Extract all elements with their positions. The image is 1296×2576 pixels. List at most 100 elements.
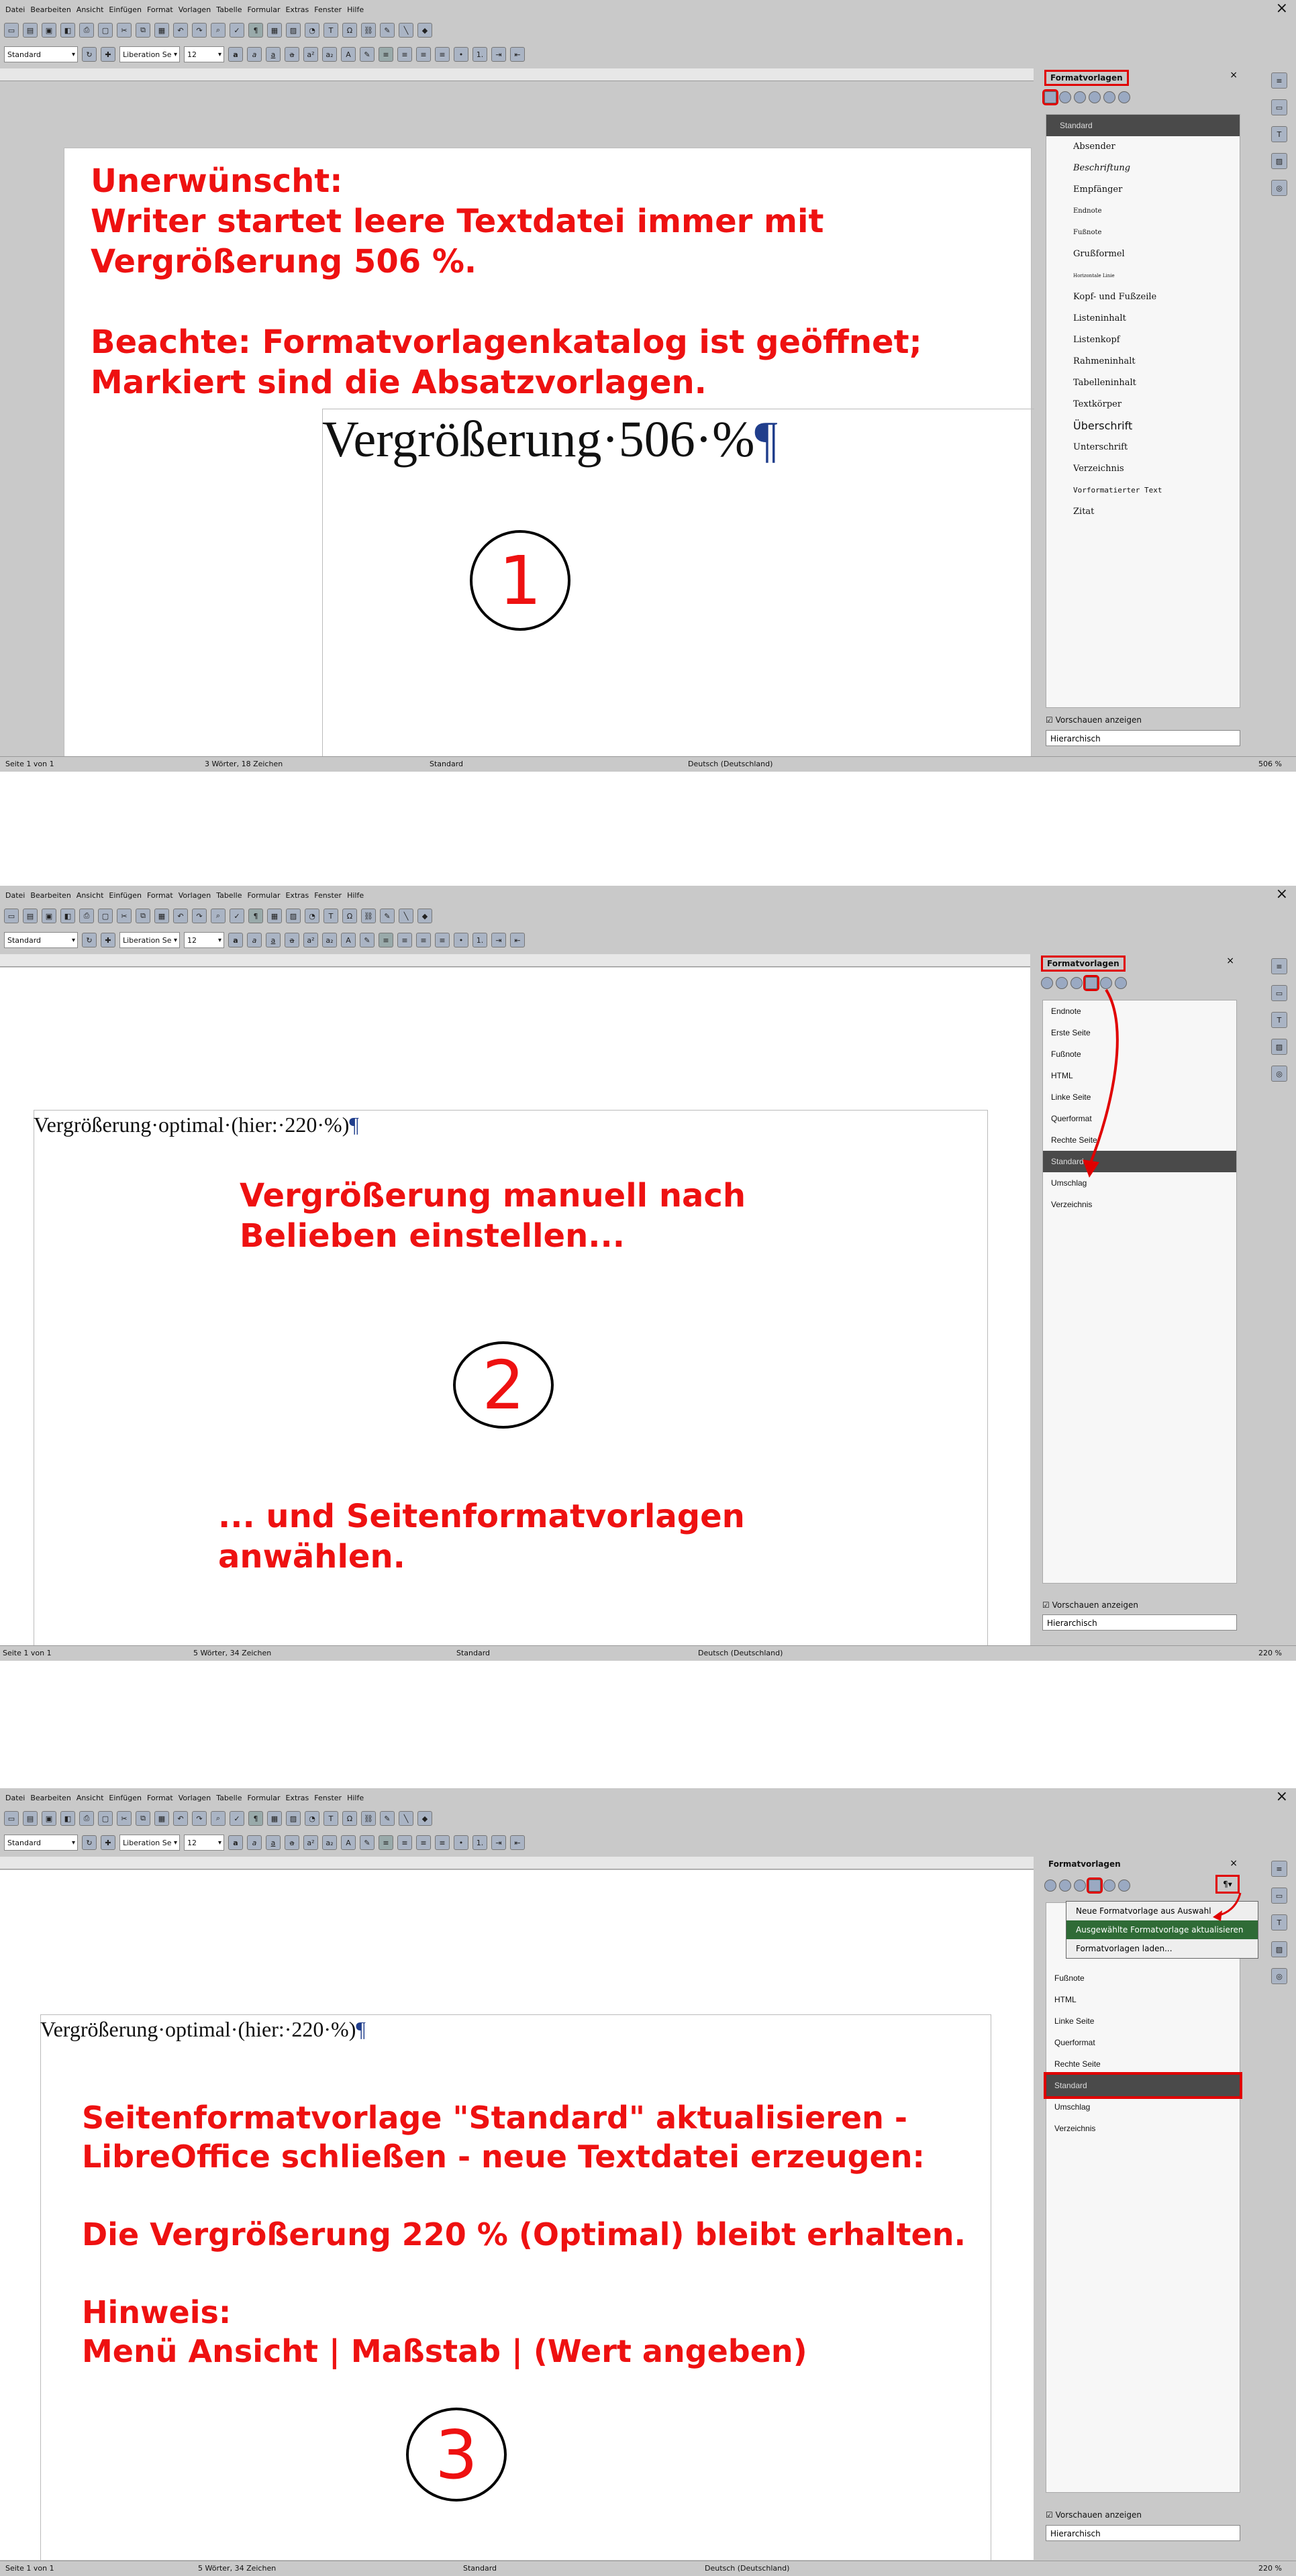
menu-vorlagen[interactable]: Vorlagen bbox=[179, 891, 211, 900]
find-icon[interactable]: ⌕ bbox=[211, 23, 226, 38]
new-document-icon[interactable]: ▭ bbox=[4, 909, 19, 923]
chart-icon[interactable]: ◔ bbox=[305, 23, 319, 38]
image-icon[interactable]: ▨ bbox=[286, 909, 301, 923]
formatting-marks-icon[interactable]: ¶ bbox=[248, 1811, 263, 1826]
outdent-icon[interactable]: ⇤ bbox=[510, 47, 525, 62]
horizontal-ruler[interactable] bbox=[0, 1857, 1034, 1869]
undo-icon[interactable]: ↶ bbox=[173, 909, 188, 923]
update-style-icon[interactable]: ↻ bbox=[82, 1835, 97, 1850]
style-item[interactable]: Zitat bbox=[1046, 501, 1240, 523]
style-item[interactable]: Textkörper bbox=[1046, 394, 1240, 415]
status-page-style[interactable]: Standard bbox=[456, 1649, 490, 1657]
list-styles-icon[interactable] bbox=[1103, 91, 1115, 103]
preview-checkbox-label[interactable]: ☑ Vorschauen anzeigen bbox=[1046, 2510, 1142, 2520]
cut-icon[interactable]: ✂ bbox=[117, 23, 132, 38]
outdent-icon[interactable]: ⇤ bbox=[510, 933, 525, 947]
menu-fenster[interactable]: Fenster bbox=[314, 1794, 342, 1802]
special-char-icon[interactable]: Ω bbox=[342, 23, 357, 38]
hyperlink-icon[interactable]: ⛓ bbox=[361, 23, 376, 38]
align-right-icon[interactable]: ≡ bbox=[416, 933, 431, 947]
preview-icon[interactable]: ▢ bbox=[98, 23, 113, 38]
menu-item-load-styles[interactable]: Formatvorlagen laden... bbox=[1066, 1939, 1258, 1958]
cut-icon[interactable]: ✂ bbox=[117, 909, 132, 923]
status-zoom[interactable]: 506 % bbox=[1258, 760, 1282, 768]
menu-extras[interactable]: Extras bbox=[285, 891, 309, 900]
style-actions-icon[interactable]: ¶▾ bbox=[1215, 1875, 1240, 1894]
frame-styles-icon[interactable] bbox=[1074, 91, 1086, 103]
style-item[interactable]: Fußnote bbox=[1046, 222, 1240, 244]
image-icon[interactable]: ▨ bbox=[286, 1811, 301, 1826]
table-styles-icon[interactable] bbox=[1118, 1879, 1130, 1892]
status-language[interactable]: Deutsch (Deutschland) bbox=[705, 2564, 789, 2573]
menu-hilfe[interactable]: Hilfe bbox=[347, 5, 364, 14]
style-item[interactable]: Rechte Seite bbox=[1046, 2053, 1240, 2075]
style-item[interactable]: Erste Seite bbox=[1043, 1022, 1236, 1043]
spellcheck-icon[interactable]: ✓ bbox=[230, 23, 244, 38]
menu-einfuegen[interactable]: Einfügen bbox=[109, 891, 142, 900]
bullets-icon[interactable]: • bbox=[454, 933, 468, 947]
update-style-icon[interactable]: ↻ bbox=[82, 933, 97, 947]
menu-ansicht[interactable]: Ansicht bbox=[77, 1794, 104, 1802]
style-item[interactable]: Empfänger bbox=[1046, 179, 1240, 201]
document-line[interactable]: Vergrößerung·506·%¶ bbox=[322, 411, 778, 469]
strikethrough-icon[interactable]: a bbox=[285, 1835, 299, 1850]
menu-tabelle[interactable]: Tabelle bbox=[216, 5, 242, 14]
paste-icon[interactable]: ▦ bbox=[154, 1811, 169, 1826]
find-icon[interactable]: ⌕ bbox=[211, 909, 226, 923]
style-item[interactable]: Verzeichnis bbox=[1043, 1194, 1236, 1215]
outdent-icon[interactable]: ⇤ bbox=[510, 1835, 525, 1850]
style-item[interactable]: Beschriftung bbox=[1046, 158, 1240, 179]
horizontal-ruler[interactable] bbox=[0, 954, 1030, 967]
highlight-icon[interactable]: ✎ bbox=[360, 933, 375, 947]
status-zoom[interactable]: 220 % bbox=[1258, 1649, 1282, 1657]
gallery-tab-icon[interactable]: ▨ bbox=[1271, 153, 1287, 169]
comment-icon[interactable]: ✎ bbox=[380, 1811, 395, 1826]
style-item[interactable]: Querformat bbox=[1046, 2032, 1240, 2053]
paragraph-style-box[interactable]: Standard bbox=[4, 932, 78, 948]
align-left-icon[interactable]: ≡ bbox=[379, 1835, 393, 1850]
font-color-icon[interactable]: A bbox=[341, 933, 356, 947]
style-item[interactable]: Listenkopf bbox=[1046, 329, 1240, 351]
styles-tab-icon[interactable]: T bbox=[1271, 1012, 1287, 1028]
menu-ansicht[interactable]: Ansicht bbox=[77, 5, 104, 14]
style-item[interactable]: Verzeichnis bbox=[1046, 2118, 1240, 2139]
chart-icon[interactable]: ◔ bbox=[305, 1811, 319, 1826]
bold-icon[interactable]: a bbox=[228, 933, 243, 947]
style-item[interactable]: HTML bbox=[1043, 1065, 1236, 1086]
bold-icon[interactable]: a bbox=[228, 1835, 243, 1850]
highlight-icon[interactable]: ✎ bbox=[360, 47, 375, 62]
table-icon[interactable]: ▦ bbox=[267, 1811, 282, 1826]
underline-icon[interactable]: a bbox=[266, 47, 281, 62]
menu-formular[interactable]: Formular bbox=[247, 5, 280, 14]
status-words[interactable]: 5 Wörter, 34 Zeichen bbox=[198, 2564, 276, 2573]
page-styles-icon[interactable] bbox=[1089, 91, 1101, 103]
formatting-marks-icon[interactable]: ¶ bbox=[248, 909, 263, 923]
shapes-icon[interactable]: ◆ bbox=[417, 23, 432, 38]
italic-icon[interactable]: a bbox=[247, 1835, 262, 1850]
numbering-icon[interactable]: 1. bbox=[472, 47, 487, 62]
save-icon[interactable]: ▣ bbox=[42, 23, 56, 38]
export-pdf-icon[interactable]: ◧ bbox=[60, 909, 75, 923]
redo-icon[interactable]: ↷ bbox=[192, 23, 207, 38]
navigator-tab-icon[interactable]: ◎ bbox=[1271, 180, 1287, 196]
styles-list[interactable]: Standard Absender Beschriftung Empfänger… bbox=[1046, 114, 1240, 708]
menu-formular[interactable]: Formular bbox=[247, 1794, 280, 1802]
save-icon[interactable]: ▣ bbox=[42, 1811, 56, 1826]
page-styles-icon[interactable] bbox=[1087, 1877, 1103, 1894]
horizontal-ruler[interactable] bbox=[0, 68, 1034, 81]
style-item[interactable]: Vorformatierter Text bbox=[1046, 480, 1240, 501]
status-page[interactable]: Seite 1 von 1 bbox=[5, 760, 54, 768]
style-item[interactable]: Linke Seite bbox=[1043, 1086, 1236, 1108]
style-item[interactable]: Linke Seite bbox=[1046, 2010, 1240, 2032]
strikethrough-icon[interactable]: a bbox=[285, 47, 299, 62]
paragraph-styles-icon[interactable] bbox=[1044, 1879, 1056, 1892]
update-style-icon[interactable]: ↻ bbox=[82, 47, 97, 62]
style-item[interactable]: Verzeichnis bbox=[1046, 458, 1240, 480]
document-line[interactable]: Vergrößerung·optimal·(hier:·220·%)¶ bbox=[40, 2017, 366, 2042]
style-item[interactable]: Überschrift bbox=[1046, 415, 1240, 437]
align-center-icon[interactable]: ≡ bbox=[397, 1835, 412, 1850]
menu-datei[interactable]: Datei bbox=[5, 1794, 25, 1802]
status-page[interactable]: Seite 1 von 1 bbox=[3, 1649, 52, 1657]
redo-icon[interactable]: ↷ bbox=[192, 1811, 207, 1826]
menu-datei[interactable]: Datei bbox=[5, 891, 25, 900]
